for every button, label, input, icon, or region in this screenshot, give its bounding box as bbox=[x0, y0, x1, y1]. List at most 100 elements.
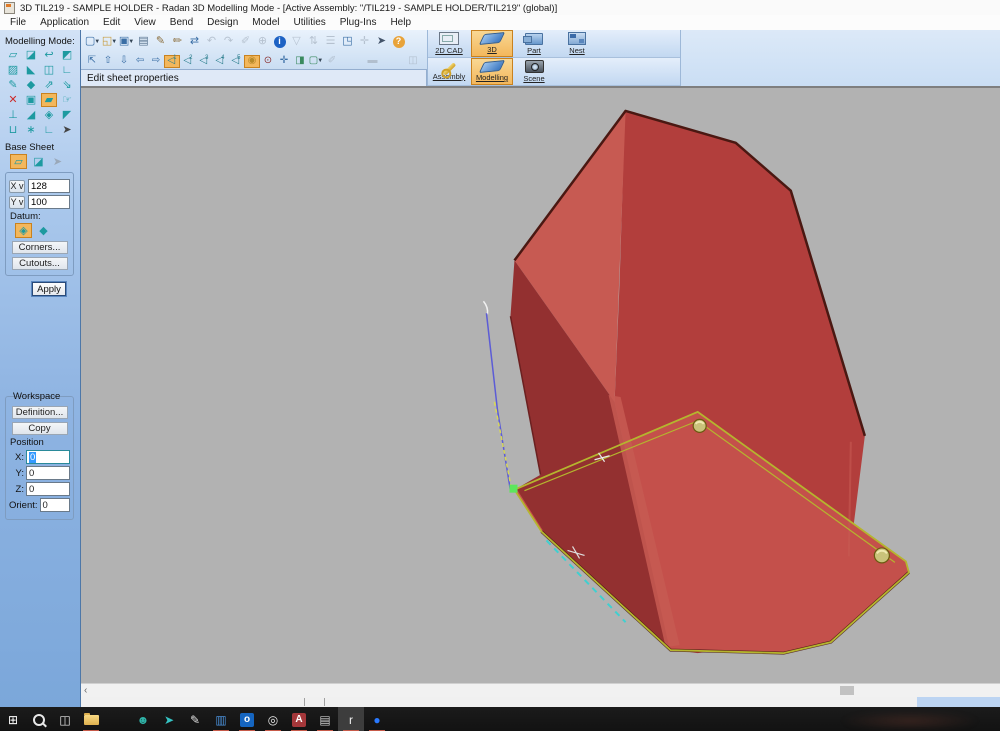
radan-button[interactable]: r bbox=[338, 707, 364, 731]
iso-view-5-icon[interactable]: ◁5 bbox=[228, 55, 244, 68]
datum-corner-icon[interactable]: ◈ bbox=[15, 223, 32, 238]
menu-file[interactable]: File bbox=[3, 16, 33, 29]
flat-view-icon[interactable]: ⇱ bbox=[84, 55, 100, 68]
split-tool[interactable]: ◣ bbox=[23, 63, 39, 77]
layout-single-icon[interactable]: ▬ bbox=[365, 55, 381, 68]
position-y-field[interactable]: 0 bbox=[26, 466, 70, 480]
scrollbar-thumb[interactable] bbox=[840, 686, 854, 695]
title-bar[interactable]: 3D TIL219 - SAMPLE HOLDER - Radan 3D Mod… bbox=[0, 0, 1000, 15]
menu-application[interactable]: Application bbox=[33, 16, 96, 29]
scroll-left-icon[interactable]: ‹ bbox=[81, 686, 87, 696]
chamfer-tool[interactable]: ◤ bbox=[59, 108, 75, 122]
new-icon[interactable]: ▢▼ bbox=[84, 34, 101, 50]
shaded-view-icon[interactable]: ◉ bbox=[244, 55, 260, 68]
firefox-button[interactable] bbox=[104, 707, 130, 731]
mode-nest[interactable]: Nest bbox=[556, 30, 599, 57]
position-orient-field[interactable]: 0 bbox=[40, 498, 70, 512]
unfold-tool[interactable]: ↩ bbox=[41, 48, 57, 62]
access-button[interactable]: A bbox=[286, 707, 312, 731]
menu-view[interactable]: View bbox=[127, 16, 163, 29]
fillet-tool[interactable]: ◢ bbox=[23, 108, 39, 122]
x-dimension-button[interactable]: X v bbox=[9, 180, 25, 193]
iso-view-3-icon[interactable]: ◁3 bbox=[196, 55, 212, 68]
mode-3d[interactable]: 3D bbox=[471, 30, 513, 57]
copy-sheet-tool[interactable]: ▣ bbox=[23, 93, 39, 107]
print-icon[interactable]: ▤ bbox=[135, 34, 152, 50]
probe-icon[interactable]: ✐ bbox=[324, 55, 340, 68]
menu-design[interactable]: Design bbox=[200, 16, 245, 29]
people-button[interactable]: ☻ bbox=[130, 707, 156, 731]
corners-button[interactable]: Corners... bbox=[12, 241, 68, 254]
sheet-y-input[interactable] bbox=[28, 195, 70, 209]
solid-tool[interactable]: ◈ bbox=[41, 108, 57, 122]
horizontal-scrollbar[interactable]: ‹ bbox=[81, 683, 1000, 697]
info-icon[interactable]: i bbox=[271, 34, 288, 50]
notes-button[interactable]: ✎ bbox=[182, 707, 208, 731]
datum-center-icon[interactable]: ◆ bbox=[36, 224, 51, 237]
nudge-up-icon[interactable]: ⇧ bbox=[100, 55, 116, 68]
corner-bend-tool[interactable]: ∟ bbox=[59, 63, 75, 77]
extrude-tool[interactable]: ◆ bbox=[23, 78, 39, 92]
iso-view-1-icon[interactable]: ◁1 bbox=[164, 55, 180, 68]
snap-icon[interactable]: ⊕ bbox=[254, 34, 271, 50]
position-z-field[interactable]: 0 bbox=[26, 482, 70, 496]
apply-button[interactable]: Apply bbox=[32, 282, 66, 296]
export-sheet-tool[interactable]: ⇗ bbox=[41, 78, 57, 92]
curve-tool[interactable]: ⊔ bbox=[5, 123, 21, 137]
fold-tool[interactable]: ◪ bbox=[23, 48, 39, 62]
viewport-canvas[interactable] bbox=[81, 88, 1000, 683]
measure-icon[interactable]: ✐ bbox=[237, 34, 254, 50]
export-view-icon[interactable]: ▢▼ bbox=[308, 55, 324, 68]
cutouts-button[interactable]: Cutouts... bbox=[12, 257, 68, 270]
rect-sheet-icon[interactable]: ▱ bbox=[10, 154, 27, 169]
menu-utilities[interactable]: Utilities bbox=[287, 16, 333, 29]
menu-plugins[interactable]: Plug-Ins bbox=[333, 16, 384, 29]
open-icon[interactable]: ◱▼ bbox=[101, 34, 118, 50]
iso-view-2-icon[interactable]: ◁2 bbox=[180, 55, 196, 68]
windows-icon[interactable]: ◳ bbox=[339, 34, 356, 50]
pick-icon[interactable]: ✛ bbox=[356, 34, 373, 50]
match-icon[interactable]: ☰ bbox=[322, 34, 339, 50]
blue-app-button[interactable]: ● bbox=[364, 707, 390, 731]
menu-help[interactable]: Help bbox=[383, 16, 418, 29]
imported-sheet-icon[interactable]: ➤ bbox=[50, 155, 65, 168]
menu-edit[interactable]: Edit bbox=[96, 16, 127, 29]
nudge-right-icon[interactable]: ⇨ bbox=[148, 55, 164, 68]
sort-icon[interactable]: ⇅ bbox=[305, 34, 322, 50]
undo-icon[interactable]: ↶ bbox=[203, 34, 220, 50]
files-button[interactable]: ▥ bbox=[208, 707, 234, 731]
render-icon[interactable]: ⊙ bbox=[260, 55, 276, 68]
menu-bend[interactable]: Bend bbox=[163, 16, 200, 29]
mode-assembly[interactable]: Assembly bbox=[428, 58, 471, 85]
y-dimension-button[interactable]: Y v bbox=[9, 196, 25, 209]
cad-cursor-button[interactable]: ➤ bbox=[156, 707, 182, 731]
bend-tool[interactable]: ◩ bbox=[59, 48, 75, 62]
import-sheet-tool[interactable]: ⇘ bbox=[59, 78, 75, 92]
redo-icon[interactable]: ↷ bbox=[220, 34, 237, 50]
definition-button[interactable]: Definition... bbox=[12, 406, 68, 419]
mode-2d-cad[interactable]: 2D CAD bbox=[428, 30, 471, 57]
context-help-icon[interactable]: ➤ bbox=[373, 34, 390, 50]
menu-model[interactable]: Model bbox=[245, 16, 286, 29]
sheet-tool[interactable]: ▱ bbox=[5, 48, 21, 62]
mode-scene[interactable]: Scene bbox=[513, 58, 556, 85]
copy-button[interactable]: Copy bbox=[12, 422, 68, 435]
poly-sheet-icon[interactable]: ◪ bbox=[31, 155, 46, 168]
iso-view-4-icon[interactable]: ◁4 bbox=[212, 55, 228, 68]
start-button[interactable]: ⊞ bbox=[0, 707, 26, 731]
target-button[interactable]: ◎ bbox=[260, 707, 286, 731]
help-icon[interactable]: ? bbox=[390, 34, 407, 50]
position-x-field[interactable]: 0 bbox=[26, 450, 70, 464]
delete-tool[interactable]: ✕ bbox=[5, 93, 21, 107]
dimension-tool[interactable]: ⊥ bbox=[5, 108, 21, 122]
file-explorer-button[interactable] bbox=[78, 707, 104, 731]
replace-sheet-icon[interactable]: ⇄ bbox=[186, 34, 203, 50]
sheet-x-input[interactable] bbox=[28, 179, 70, 193]
pan-icon[interactable]: ✛ bbox=[276, 55, 292, 68]
nudge-down-icon[interactable]: ⇩ bbox=[116, 55, 132, 68]
explode-tool[interactable]: ∗ bbox=[23, 123, 39, 137]
edit-style-icon[interactable]: ✏ bbox=[169, 34, 186, 50]
check-sheet-tool[interactable]: ▨ bbox=[5, 63, 21, 77]
layout-split-icon[interactable]: ◫ bbox=[405, 55, 421, 68]
move-hand-tool[interactable]: ☞ bbox=[59, 93, 75, 107]
